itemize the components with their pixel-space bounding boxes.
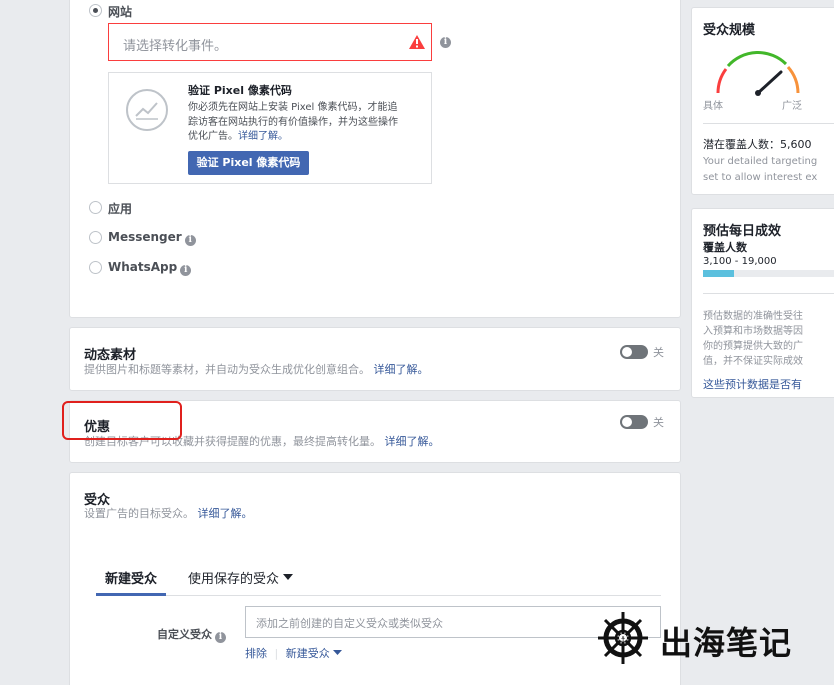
pixel-title: 验证 Pixel 像素代码 xyxy=(188,84,292,97)
dynamic-creative-toggle[interactable] xyxy=(620,345,648,359)
dynamic-creative-desc-wrap: 提供图片和标题等素材，并自动为受众生成优化创意组合。 详细了解。 xyxy=(84,361,429,377)
conversion-event-placeholder: 请选择转化事件。 xyxy=(123,39,228,54)
estimate-note-2: 入预算和市场数据等因 xyxy=(703,326,803,337)
pixel-desc-line-3: 优化广告。 xyxy=(188,131,238,142)
whatsapp-label-text: WhatsApp xyxy=(108,260,178,274)
estimate-note-3: 你的预算提供大致的广 xyxy=(703,341,803,352)
radio-messenger[interactable] xyxy=(89,231,102,244)
info-icon[interactable]: i xyxy=(180,265,192,276)
audience-actions: 排除 | 新建受众 xyxy=(245,645,343,661)
targeting-note-2: set to allow interest ex xyxy=(703,172,818,183)
dynamic-creative-toggle-label: 关 xyxy=(653,346,664,359)
radio-whatsapp-label: WhatsApp i xyxy=(108,260,192,276)
offer-learn-more-link[interactable]: 详细了解。 xyxy=(385,435,440,448)
dynamic-creative-learn-more-link[interactable]: 详细了解。 xyxy=(374,363,429,376)
new-audience-dropdown[interactable]: 新建受众 xyxy=(286,647,343,660)
reach-value: 3,100 - 19,000 xyxy=(703,256,777,267)
custom-audience-placeholder: 添加之前创建的自定义受众或类似受众 xyxy=(256,617,443,630)
caret-down-icon xyxy=(283,574,294,580)
highlight-box xyxy=(62,401,182,440)
helm-logo-icon: ⚓ xyxy=(598,612,648,664)
reach-label: 覆盖人数 xyxy=(703,241,747,254)
targeting-note-1: Your detailed targeting xyxy=(703,156,818,167)
info-icon[interactable]: i xyxy=(215,632,226,643)
audience-divider xyxy=(703,123,834,124)
tab-bar xyxy=(96,564,661,596)
pixel-desc-line-3-wrap: 优化广告。详细了解。 xyxy=(188,127,288,142)
estimate-note-4: 值，并不保证实际成效 xyxy=(703,356,803,367)
offer-toggle[interactable] xyxy=(620,415,648,429)
radio-messenger-label: Messenger i xyxy=(108,230,196,246)
radio-website[interactable] xyxy=(89,4,102,17)
conversion-event-select[interactable]: 请选择转化事件。 xyxy=(108,23,432,61)
daily-results-title: 预估每日成效 xyxy=(703,224,782,239)
pixel-chart-icon xyxy=(126,89,168,131)
radio-website-label: 网站 xyxy=(108,5,133,19)
new-audience-label: 新建受众 xyxy=(285,647,330,660)
svg-text:⚓: ⚓ xyxy=(619,635,626,644)
pixel-desc-line-2: 踪访客在网站执行的有价值操作，并为这些操作 xyxy=(188,117,398,128)
exclude-link[interactable]: 排除 xyxy=(245,647,267,660)
estimate-feedback-link[interactable]: 这些预计数据是否有 xyxy=(703,376,802,392)
reach-bar-fill xyxy=(703,270,735,277)
separator: | xyxy=(274,647,279,660)
potential-reach: 潜在覆盖人数：5,600 xyxy=(703,138,812,151)
pixel-desc-line-1: 你必须先在网站上安装 Pixel 像素代码，才能追 xyxy=(188,102,398,113)
audience-size-title: 受众规模 xyxy=(703,23,756,38)
estimate-note-1: 预估数据的准确性受往 xyxy=(703,311,803,322)
audience-desc: 设置广告的目标受众。 xyxy=(84,507,194,520)
radio-app-label: 应用 xyxy=(108,202,133,216)
warning-icon xyxy=(409,35,425,49)
gauge-right-label: 广泛 xyxy=(782,101,802,112)
messenger-label-text: Messenger xyxy=(108,230,182,244)
reach-bar-track xyxy=(703,270,834,277)
tab-saved-audience[interactable]: 使用保存的受众 xyxy=(188,568,294,587)
tab-new-audience[interactable]: 新建受众 xyxy=(96,568,166,596)
offer-toggle-label: 关 xyxy=(653,416,664,429)
custom-audience-label: 自定义受众 i xyxy=(157,626,226,643)
gauge-left-label: 具体 xyxy=(703,101,723,112)
dynamic-creative-desc: 提供图片和标题等素材，并自动为受众生成优化创意组合。 xyxy=(84,363,370,376)
pixel-verify-box: 验证 Pixel 像素代码 你必须先在网站上安装 Pixel 像素代码，才能追 … xyxy=(108,72,432,184)
caret-down-icon xyxy=(333,650,343,655)
estimate-divider xyxy=(703,293,834,294)
watermark-text: 出海笔记 xyxy=(660,624,793,662)
audience-gauge xyxy=(716,51,800,96)
audience-learn-more-link[interactable]: 详细了解。 xyxy=(198,507,253,520)
verify-pixel-button[interactable]: 验证 Pixel 像素代码 xyxy=(188,151,309,175)
dynamic-creative-card xyxy=(69,327,681,391)
info-icon[interactable]: i xyxy=(440,37,451,48)
audience-desc-wrap: 设置广告的目标受众。 详细了解。 xyxy=(84,505,253,521)
custom-audience-label-text: 自定义受众 xyxy=(157,628,212,641)
info-icon[interactable]: i xyxy=(184,235,196,246)
tab-saved-audience-label: 使用保存的受众 xyxy=(188,572,280,587)
pixel-learn-more-link[interactable]: 详细了解。 xyxy=(238,131,288,142)
radio-whatsapp[interactable] xyxy=(89,261,102,274)
radio-app[interactable] xyxy=(89,201,102,214)
